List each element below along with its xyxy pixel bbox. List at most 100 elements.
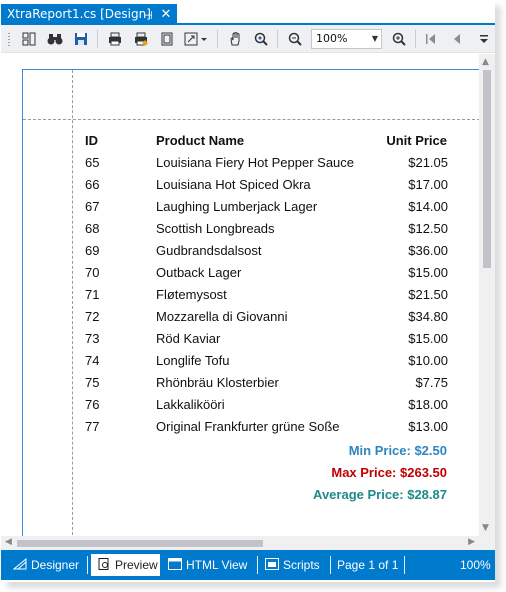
report-preview-area[interactable]: ID Product Name Unit Price 65 Louisiana F…	[1, 54, 480, 540]
cell-name: Mozzarella di Giovanni	[156, 309, 288, 324]
status-separator	[87, 556, 88, 574]
cell-id: 66	[85, 177, 100, 192]
header-product-name: Product Name	[156, 133, 245, 148]
magnifier-icon[interactable]	[251, 29, 271, 49]
page-info-label: Page 1 of 1	[337, 558, 399, 572]
hand-tool-icon[interactable]	[225, 29, 245, 49]
scroll-right-icon[interactable]: ▶	[468, 537, 475, 547]
close-icon[interactable]: ✕	[159, 5, 173, 22]
cell-price: $12.50	[408, 221, 448, 236]
cell-price: $15.00	[408, 265, 448, 280]
preview-tab-label: Preview	[115, 558, 158, 572]
status-bar: Designer Preview HTML View Scripts Page …	[1, 550, 495, 580]
cell-name: Fløtemysost	[156, 287, 227, 302]
cell-id: 70	[85, 265, 100, 280]
cell-id: 67	[85, 199, 100, 214]
html-view-tab-label: HTML View	[186, 558, 248, 572]
search-binoculars-icon[interactable]	[45, 29, 65, 49]
toolbar-separator	[415, 30, 416, 48]
cell-name: Gudbrandsdalsost	[156, 243, 262, 258]
status-zoom[interactable]: 100%	[460, 550, 491, 580]
table-row: 74 Longlife Tofu $10.00	[23, 353, 480, 375]
cell-name: Rhönbräu Klosterbier	[156, 375, 279, 390]
page-info: Page 1 of 1	[337, 550, 398, 580]
cell-name: Outback Lager	[156, 265, 242, 280]
save-icon[interactable]	[71, 29, 91, 49]
cell-name: Original Frankfurter grüne Soße	[156, 419, 340, 434]
table-row: 67 Laughing Lumberjack Lager $14.00	[23, 199, 480, 221]
table-row: 69 Gudbrandsdalsost $36.00	[23, 243, 480, 265]
scroll-down-icon[interactable]: ▼	[482, 523, 489, 533]
quick-print-icon[interactable]	[131, 29, 151, 49]
horizontal-scroll-thumb[interactable]	[17, 540, 263, 547]
cell-id: 76	[85, 397, 100, 412]
cell-id: 65	[85, 155, 100, 170]
print-icon[interactable]	[105, 29, 125, 49]
cell-name: Lakkalikööri	[156, 397, 225, 412]
scripts-tab[interactable]: Scripts	[265, 550, 320, 580]
cell-price: $36.00	[408, 243, 448, 258]
pin-icon[interactable]: ⊣	[141, 6, 155, 22]
table-row: 71 Fløtemysost $21.50	[23, 287, 480, 309]
cell-id: 74	[85, 353, 100, 368]
table-row: 68 Scottish Longbreads $12.50	[23, 221, 480, 243]
toolbar-separator	[277, 30, 278, 48]
cell-price: $18.00	[408, 397, 448, 412]
status-separator	[404, 556, 405, 574]
zoom-combobox[interactable]: 100% ▼	[311, 29, 382, 49]
cell-price: $34.80	[408, 309, 448, 324]
preview-tab[interactable]: Preview	[97, 550, 158, 580]
zoom-in-icon[interactable]	[389, 29, 409, 49]
cell-id: 72	[85, 309, 100, 324]
cell-price: $17.00	[408, 177, 448, 192]
cell-name: Röd Kaviar	[156, 331, 221, 346]
page-setup-icon[interactable]	[157, 29, 177, 49]
status-separator	[330, 556, 331, 574]
designer-tab-label: Designer	[31, 558, 80, 572]
cell-price: $15.00	[408, 331, 448, 346]
cell-price: $21.50	[408, 287, 448, 302]
designer-tab[interactable]: Designer	[13, 550, 79, 580]
cell-name: Scottish Longbreads	[156, 221, 275, 236]
cell-price: $13.00	[408, 419, 448, 434]
cell-name: Longlife Tofu	[156, 353, 230, 368]
scroll-left-icon[interactable]: ◀	[5, 537, 12, 547]
cell-id: 73	[85, 331, 100, 346]
vertical-scrollbar[interactable]: ▲ ▼	[479, 54, 495, 536]
cell-name: Louisiana Hot Spiced Okra	[156, 177, 311, 192]
chevron-down-icon[interactable]: ▼	[372, 30, 378, 48]
scrollbar-corner	[479, 536, 495, 550]
status-separator	[257, 556, 258, 574]
preview-icon	[98, 558, 109, 570]
table-row: 65 Louisiana Fiery Hot Pepper Sauce $21.05	[23, 155, 480, 177]
first-page-icon[interactable]	[421, 29, 441, 49]
overflow-icon[interactable]	[477, 29, 491, 49]
table-row: 76 Lakkalikööri $18.00	[23, 397, 480, 419]
scroll-up-icon[interactable]: ▲	[482, 57, 489, 67]
cell-name: Louisiana Fiery Hot Pepper Sauce	[156, 155, 355, 170]
max-price-summary: Max Price: $263.50	[331, 465, 447, 480]
horizontal-scrollbar[interactable]: ◀ ▶	[1, 536, 479, 550]
zoom-out-icon[interactable]	[285, 29, 305, 49]
cell-id: 71	[85, 287, 100, 302]
table-row: 70 Outback Lager $15.00	[23, 265, 480, 287]
cell-id: 68	[85, 221, 100, 236]
document-tab[interactable]: XtraReport1.cs [Design] ⊣ ✕	[1, 4, 177, 24]
cell-id: 77	[85, 419, 100, 434]
previous-page-icon[interactable]	[447, 29, 467, 49]
cell-id: 75	[85, 375, 100, 390]
tab-strip: XtraReport1.cs [Design] ⊣ ✕	[1, 0, 495, 24]
header-unit-price: Unit Price	[386, 133, 447, 148]
html-view-tab[interactable]: HTML View	[168, 550, 247, 580]
toolbar-grip-icon[interactable]	[7, 32, 11, 46]
toolbar-separator	[217, 30, 218, 48]
cell-price: $21.05	[408, 155, 448, 170]
zoom-value: 100%	[316, 32, 348, 45]
scale-icon[interactable]	[183, 29, 209, 49]
cell-price: $14.00	[408, 199, 448, 214]
thumbnails-icon[interactable]	[19, 29, 39, 49]
average-price-summary: Average Price: $28.87	[313, 487, 447, 502]
vertical-scroll-thumb[interactable]	[483, 70, 491, 268]
min-price-summary: Min Price: $2.50	[348, 443, 447, 458]
table-row: 75 Rhönbräu Klosterbier $7.75	[23, 375, 480, 397]
